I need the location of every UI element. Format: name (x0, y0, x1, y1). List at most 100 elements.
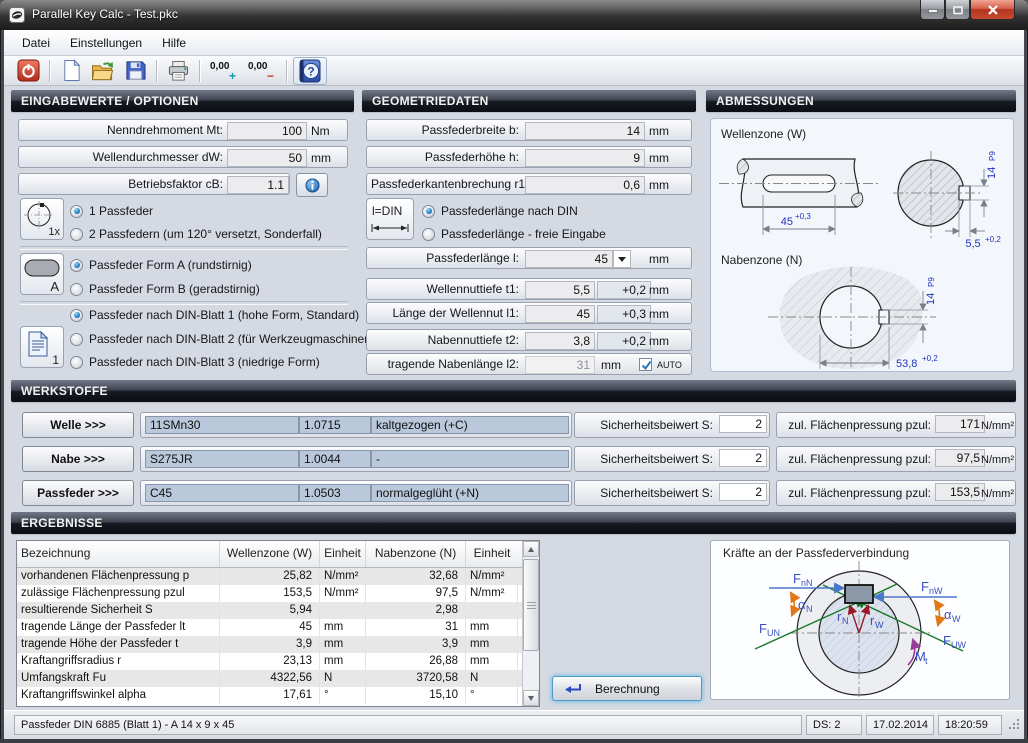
minimize-button[interactable] (920, 0, 945, 20)
decrease-decimals-button[interactable]: 0,00 − (244, 58, 280, 84)
option-din-sheet-3[interactable]: Passfeder nach DIN-Blatt 3 (niedrige For… (70, 354, 320, 370)
hub-view-drawing: 14 P9 53,8 +0,2 (716, 265, 1008, 373)
key-safety-input[interactable] (719, 483, 767, 501)
menu-einstellungen[interactable]: Einstellungen (60, 30, 152, 55)
field-label: Passfederkantenbrechung r1: (371, 174, 519, 194)
status-summary: Passfeder DIN 6885 (Blatt 1) - A 14 x 9 … (14, 715, 802, 735)
menu-hilfe[interactable]: Hilfe (152, 30, 196, 55)
menu-bar: Datei Einstellungen Hilfe (4, 30, 1024, 56)
key-pressure-group: zul. Flächenpressung pzul: 153,5 N/mm² (776, 480, 1016, 506)
radio-icon[interactable] (422, 205, 435, 218)
calculate-button[interactable]: Berechnung (552, 676, 702, 701)
option-length-free[interactable]: Passfederlänge - freie Eingabe (422, 226, 606, 242)
triangle-down-icon (528, 696, 534, 701)
material-number: 1.0503 (299, 484, 371, 502)
shaft-groove-depth-input[interactable] (525, 281, 595, 299)
shaft-safety-input[interactable] (719, 415, 767, 433)
material-treatment: normalgeglüht (+N) (371, 484, 569, 502)
table-row: Kraftangriffsradius r23,13mm26,88mm (17, 653, 539, 670)
question-glyph: ? (307, 64, 314, 78)
shaft-side-view-drawing: 45 +0,3 (713, 145, 888, 243)
help-button[interactable]: ? (293, 57, 327, 85)
material-name: 11SMn30 (145, 416, 299, 434)
key-width-input[interactable] (525, 122, 645, 140)
resize-grip[interactable] (1008, 718, 1021, 736)
radio-icon[interactable] (70, 356, 83, 369)
table-scrollbar[interactable] (522, 541, 539, 706)
shaft-groove-length-input[interactable] (525, 305, 595, 323)
status-bar: Passfeder DIN 6885 (Blatt 1) - A 14 x 9 … (4, 710, 1024, 739)
din-sheet-icon: 1 (20, 326, 64, 368)
shaft-diameter-input[interactable] (227, 149, 307, 167)
torque-input[interactable] (227, 122, 307, 140)
pressure-unit: N/mm² (981, 415, 1014, 437)
shaft-material-button[interactable]: Welle >>> (22, 412, 134, 438)
increase-decimals-button[interactable]: 0,00 + (206, 58, 242, 84)
toolbar-separator (286, 60, 287, 82)
key-form-icon-label: A (50, 279, 59, 294)
save-button[interactable] (120, 58, 150, 84)
key-material-button[interactable]: Passfeder >>> (22, 480, 134, 506)
hub-safety-group: Sicherheitsbeiwert S: (574, 446, 770, 472)
app-icon (9, 7, 25, 23)
service-factor-input[interactable] (227, 176, 289, 194)
title-bar[interactable]: Parallel Key Calc - Test.pkc (0, 0, 1028, 30)
auto-checkbox[interactable] (639, 358, 652, 371)
radio-icon[interactable] (70, 228, 83, 241)
option-form-b[interactable]: Passfeder Form B (geradstirnig) (70, 281, 260, 297)
force-diagram-title: Kräfte an der Passfederverbindung (723, 546, 909, 560)
radio-icon[interactable] (422, 228, 435, 241)
minus-icon: − (267, 69, 274, 83)
safety-label: Sicherheitsbeiwert S: (579, 483, 713, 503)
option-length-din[interactable]: Passfederlänge nach DIN (422, 203, 578, 219)
table-row: resultierende Sicherheit S5,942,98 (17, 602, 539, 619)
unit-label: mm (649, 330, 669, 352)
option-form-a[interactable]: Passfeder Form A (rundstirnig) (70, 257, 252, 273)
tolerance-value: +0,3 (597, 305, 651, 323)
radio-icon[interactable] (70, 283, 83, 296)
hub-safety-input[interactable] (719, 449, 767, 467)
exit-button[interactable] (13, 58, 43, 84)
scroll-up-button[interactable] (523, 541, 539, 557)
status-time: 18:20:59 (938, 715, 1002, 735)
key-chamfer-input[interactable] (525, 176, 645, 194)
hub-material-button[interactable]: Nabe >>> (22, 446, 134, 472)
radio-icon[interactable] (70, 205, 83, 218)
length-dropdown-button[interactable] (613, 250, 631, 268)
field-label: Wellennuttiefe t1: (371, 279, 519, 299)
key-count-icon-label: 1x (48, 226, 60, 238)
close-button[interactable] (970, 0, 1015, 20)
field-label: Passfederbreite b: (371, 120, 519, 140)
svg-text:W: W (952, 614, 961, 624)
shaft-end-view-drawing: 14 P9 5,5 +0,2 (889, 139, 1011, 251)
option-two-keys[interactable]: 2 Passfedern (um 120° versetzt, Sonderfa… (70, 226, 322, 242)
results-table: Bezeichnung Wellenzone (W) Einheit Naben… (16, 540, 540, 707)
menu-datei[interactable]: Datei (12, 30, 60, 55)
print-button[interactable] (163, 58, 193, 84)
open-file-button[interactable] (88, 58, 118, 84)
unit-label: mm (649, 248, 669, 270)
option-din-sheet-2[interactable]: Passfeder nach DIN-Blatt 2 (für Werkzeug… (70, 331, 375, 347)
scrollbar-thumb[interactable] (523, 559, 539, 651)
hub-diameter-dim: 53,8 (896, 358, 917, 370)
field-label: tragende Nabenlänge l2: (371, 354, 519, 374)
option-din-sheet-1[interactable]: Passfeder nach DIN-Blatt 1 (hohe Form, S… (70, 307, 359, 323)
radio-icon[interactable] (70, 333, 83, 346)
option-one-key[interactable]: 1 Passfeder (70, 203, 153, 219)
toolbar: 0,00 + 0,00 − ? (4, 56, 1024, 86)
safety-label: Sicherheitsbeiwert S: (579, 449, 713, 469)
scroll-down-button[interactable] (523, 690, 539, 706)
radio-icon[interactable] (70, 309, 83, 322)
toolbar-separator (49, 60, 50, 82)
input-row-shaft-diameter: Wellendurchmesser dW: mm (18, 146, 348, 168)
hub-groove-depth-input[interactable] (525, 332, 595, 350)
maximize-button[interactable] (945, 0, 970, 20)
new-file-button[interactable] (56, 58, 86, 84)
radio-icon[interactable] (70, 259, 83, 272)
key-length-input[interactable] (525, 250, 613, 268)
field-label: Betriebsfaktor cB: (23, 174, 223, 194)
info-button[interactable] (296, 173, 328, 197)
field-label: Wellendurchmesser dW: (23, 147, 223, 167)
key-height-input[interactable] (525, 149, 645, 167)
pressure-value: 171 (935, 415, 985, 433)
